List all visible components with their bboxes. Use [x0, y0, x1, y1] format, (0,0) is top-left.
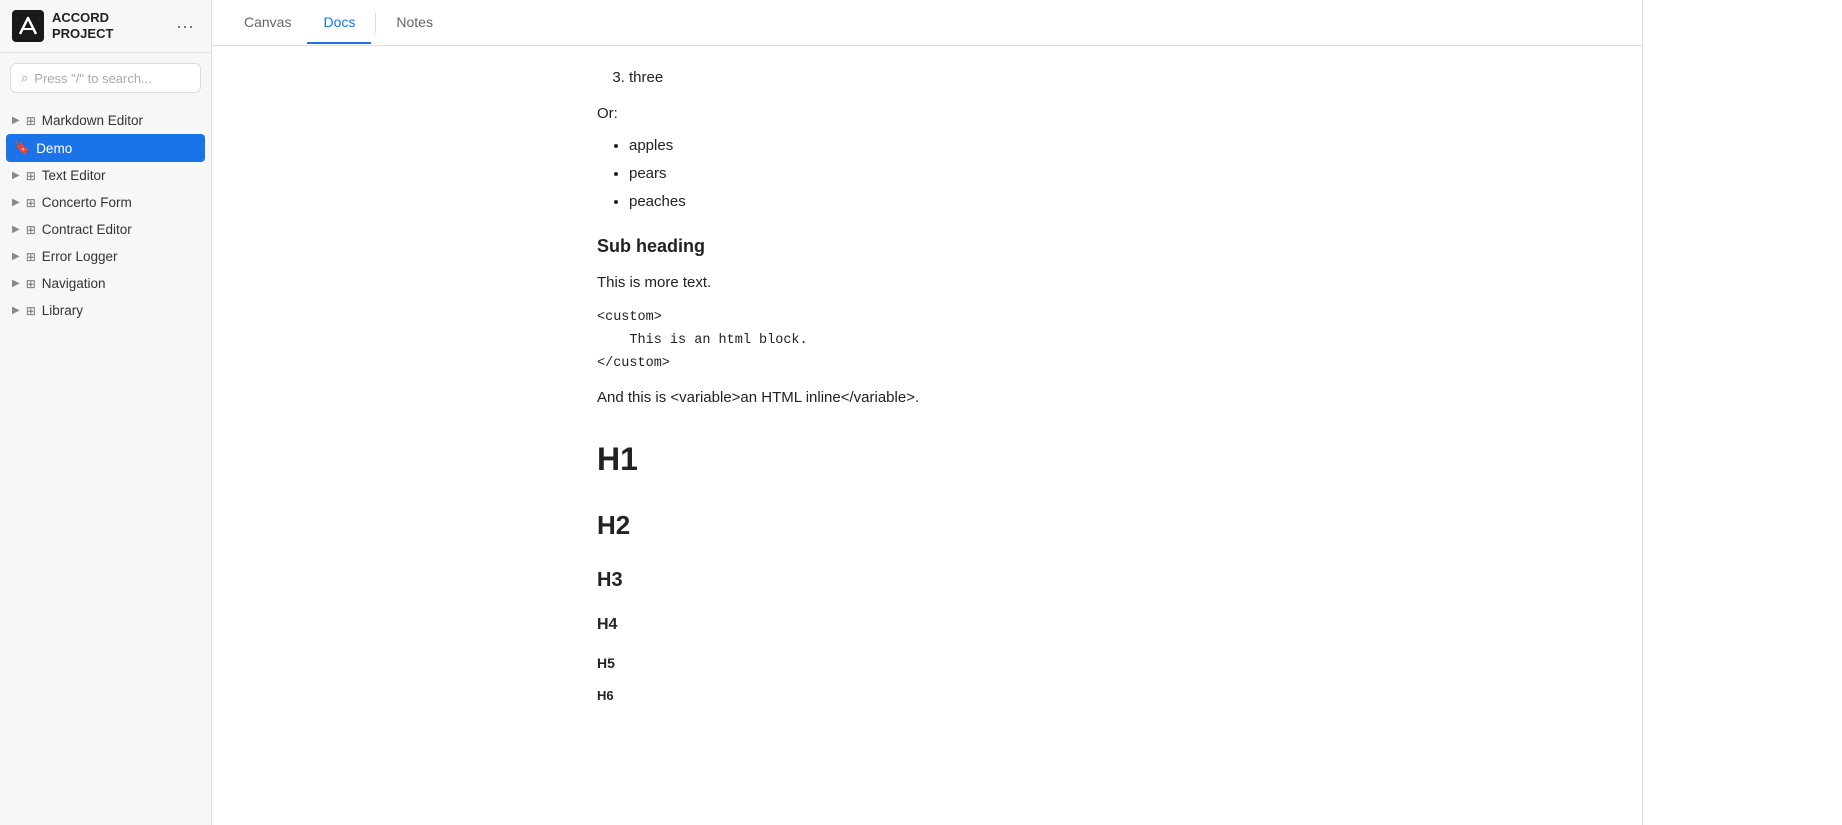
sidebar-item-label: Library [42, 303, 83, 318]
expand-icon: ▶ [12, 224, 20, 235]
inline-html-paragraph: And this is <variable>an HTML inline</va… [597, 386, 1257, 410]
sidebar-item-label: Error Logger [42, 249, 118, 264]
search-icon: ⌕ [21, 70, 28, 86]
expand-icon: ▶ [12, 170, 20, 181]
tab-docs[interactable]: Docs [307, 2, 371, 44]
grid-icon: ⊞ [26, 250, 36, 264]
sidebar-header: ACCORD PROJECT ··· [0, 0, 211, 53]
sidebar-item-label: Text Editor [42, 168, 106, 183]
sidebar-item-demo[interactable]: 🔖 Demo [6, 134, 205, 162]
sidebar-item-markdown-editor[interactable]: ▶ ⊞ Markdown Editor [0, 107, 211, 134]
grid-icon: ⊞ [26, 304, 36, 318]
sidebar-item-error-logger[interactable]: ▶ ⊞ Error Logger [0, 243, 211, 270]
sidebar-item-text-editor[interactable]: ▶ ⊞ Text Editor [0, 162, 211, 189]
expand-icon: ▶ [12, 251, 20, 262]
search-box[interactable]: ⌕ Press "/" to search... [10, 63, 201, 93]
list-item: peaches [629, 190, 1257, 214]
sidebar-item-label: Contract Editor [42, 222, 132, 237]
heading-h2: H2 [597, 505, 1257, 547]
grid-icon: ⊞ [26, 114, 36, 128]
main-content: Canvas Docs Notes three Or: apples pears… [212, 0, 1642, 825]
more-options-button[interactable]: ··· [171, 12, 199, 40]
doc-content: three Or: apples pears peaches Sub headi… [557, 46, 1297, 825]
grid-icon: ⊞ [26, 196, 36, 210]
grid-icon: ⊞ [26, 277, 36, 291]
bullet-list: apples pears peaches [629, 134, 1257, 214]
sub-heading: Sub heading [597, 232, 1257, 261]
logo-text: ACCORD PROJECT [52, 10, 113, 41]
tab-divider [375, 13, 376, 33]
grid-icon: ⊞ [26, 223, 36, 237]
heading-h3: H3 [597, 564, 1257, 596]
list-item: pears [629, 162, 1257, 186]
sidebar: ACCORD PROJECT ··· ⌕ Press "/" to search… [0, 0, 212, 825]
sidebar-item-label: Demo [36, 141, 72, 156]
sidebar-item-navigation[interactable]: ▶ ⊞ Navigation [0, 270, 211, 297]
sidebar-item-label: Navigation [42, 276, 106, 291]
sidebar-item-label: Concerto Form [42, 195, 132, 210]
ordered-list: three [629, 66, 1257, 90]
bookmark-icon: 🔖 [14, 140, 30, 156]
tab-canvas[interactable]: Canvas [228, 2, 307, 44]
sidebar-item-label: Markdown Editor [42, 113, 143, 128]
heading-h5: H5 [597, 652, 1257, 674]
nav-list: ▶ ⊞ Markdown Editor 🔖 Demo ▶ ⊞ Text Edit… [0, 103, 211, 825]
expand-icon: ▶ [12, 115, 20, 126]
code-block: <custom> This is an html block. </custom… [597, 307, 1257, 376]
paragraph-1: This is more text. [597, 271, 1257, 295]
accord-logo-icon [12, 10, 44, 42]
heading-h1: H1 [597, 434, 1257, 485]
list-item: three [629, 66, 1257, 90]
expand-icon: ▶ [12, 305, 20, 316]
sidebar-item-concerto-form[interactable]: ▶ ⊞ Concerto Form [0, 189, 211, 216]
tab-notes[interactable]: Notes [380, 2, 449, 44]
heading-h4: H4 [597, 612, 1257, 638]
doc-area[interactable]: three Or: apples pears peaches Sub headi… [212, 46, 1642, 825]
search-placeholder-text: Press "/" to search... [34, 71, 152, 86]
list-item: apples [629, 134, 1257, 158]
right-panel [1642, 0, 1842, 825]
logo-area: ACCORD PROJECT [12, 10, 113, 42]
expand-icon: ▶ [12, 278, 20, 289]
sidebar-item-library[interactable]: ▶ ⊞ Library [0, 297, 211, 324]
tab-bar: Canvas Docs Notes [212, 0, 1642, 46]
grid-icon: ⊞ [26, 169, 36, 183]
sidebar-item-contract-editor[interactable]: ▶ ⊞ Contract Editor [0, 216, 211, 243]
heading-h6: H6 [597, 686, 1257, 707]
or-text: Or: [597, 102, 1257, 126]
expand-icon: ▶ [12, 197, 20, 208]
